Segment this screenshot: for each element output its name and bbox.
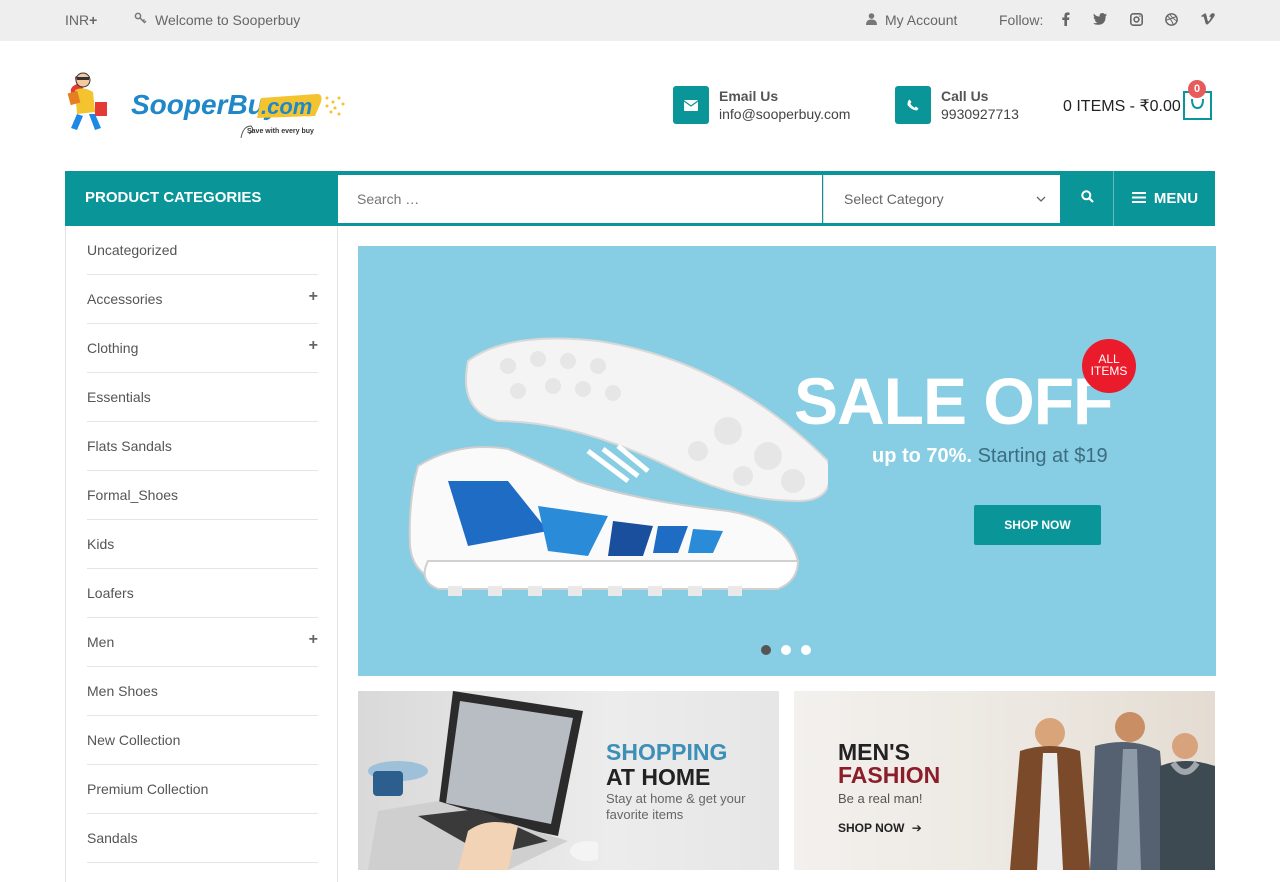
banner-shop-now-link[interactable]: SHOP NOW ➔ bbox=[838, 821, 922, 835]
shopping-at-home-banner[interactable]: SHOPPING AT HOME Stay at home & get your… bbox=[358, 691, 779, 870]
sidebar-category-item[interactable]: Uncategorized bbox=[87, 226, 318, 275]
sidebar-category-label: Uncategorized bbox=[87, 242, 178, 258]
sidebar-category-item[interactable]: Kids bbox=[87, 520, 318, 569]
menu-button[interactable]: MENU bbox=[1115, 171, 1215, 226]
svg-text:Save with every buy: Save with every buy bbox=[247, 128, 314, 135]
phone-contact: Call Us 9930927713 bbox=[895, 86, 1019, 124]
menu-label: MENU bbox=[1153, 190, 1199, 207]
arrow-right-icon: ➔ bbox=[911, 821, 922, 835]
banner-left-title-2: AT HOME bbox=[606, 764, 711, 790]
email-value[interactable]: info@sooperbuy.com bbox=[719, 106, 850, 122]
site-logo[interactable]: SooperBuy .com Save with every buy bbox=[65, 68, 350, 140]
sidebar-category-label: Men bbox=[87, 634, 115, 650]
twitter-icon[interactable] bbox=[1093, 11, 1107, 27]
sidebar-category-item[interactable]: Formal_Shoes bbox=[87, 471, 318, 520]
sidebar-category-label: Men Shoes bbox=[87, 683, 158, 699]
slider-dot-2[interactable] bbox=[781, 645, 791, 655]
sidebar-category-label: Formal_Shoes bbox=[87, 487, 179, 503]
expand-plus-icon[interactable]: + bbox=[309, 288, 318, 306]
category-sidebar: Uncategorized Accessories + Clothing + Essent… bbox=[65, 226, 338, 882]
plus-icon: + bbox=[89, 12, 98, 28]
banner-right-title-2: FASHION bbox=[838, 762, 941, 788]
phone-icon bbox=[895, 86, 931, 124]
hamburger-icon bbox=[1131, 190, 1146, 207]
sidebar-category-item[interactable]: Sandals bbox=[87, 814, 318, 863]
sidebar-category-label: Accessories bbox=[87, 291, 163, 307]
hero-slider: SALE OFF ALL ITEMS up to 70%. Starting a… bbox=[358, 246, 1216, 676]
svg-text:.com: .com bbox=[261, 94, 312, 119]
sidebar-category-label: Essentials bbox=[87, 389, 151, 405]
currency-switcher[interactable]: INR+ bbox=[65, 12, 97, 28]
shop-now-button[interactable]: SHOP NOW bbox=[974, 505, 1101, 545]
banner-right-description: Be a real man! bbox=[838, 791, 923, 806]
mens-fashion-banner[interactable]: MEN'S FASHION Be a real man! SHOP NOW ➔ bbox=[794, 691, 1215, 870]
banner-left-description: Stay at home & get your favorite items bbox=[606, 791, 746, 822]
models-image bbox=[1010, 712, 1215, 870]
slider-dot-1[interactable] bbox=[761, 645, 771, 655]
call-title: Call Us bbox=[941, 88, 989, 104]
sidebar-category-item[interactable]: Men Shoes bbox=[87, 667, 318, 716]
facebook-icon[interactable] bbox=[1059, 11, 1073, 27]
currency-label: INR bbox=[65, 12, 90, 28]
my-account-label: My Account bbox=[885, 12, 958, 28]
expand-plus-icon[interactable]: + bbox=[309, 631, 318, 649]
hero-title: SALE OFF bbox=[794, 364, 1113, 438]
banner-shop-now-label: SHOP NOW bbox=[838, 821, 905, 835]
category-select-value: Select Category bbox=[844, 191, 944, 207]
sidebar-category-label: Flats Sandals bbox=[87, 438, 172, 454]
banner-left-title-1: SHOPPING bbox=[606, 739, 728, 765]
follow-label: Follow: bbox=[999, 12, 1044, 28]
user-icon bbox=[866, 12, 877, 28]
key-icon bbox=[134, 12, 147, 28]
dribbble-icon[interactable] bbox=[1164, 11, 1178, 27]
hero-subtitle: up to 70%. Starting at $19 bbox=[872, 445, 1108, 468]
expand-plus-icon[interactable]: + bbox=[309, 337, 318, 355]
vimeo-icon[interactable] bbox=[1201, 11, 1215, 27]
sidebar-category-item[interactable]: Men + bbox=[87, 618, 318, 667]
welcome-message: Welcome to Sooperbuy bbox=[134, 12, 300, 28]
sidebar-category-label: Premium Collection bbox=[87, 781, 209, 797]
slider-dot-3[interactable] bbox=[801, 645, 811, 655]
shoe-image bbox=[398, 331, 831, 601]
search-button[interactable] bbox=[1062, 171, 1114, 226]
laptop-image bbox=[368, 691, 598, 870]
product-categories-toggle[interactable]: PRODUCT CATEGORIES bbox=[85, 189, 261, 206]
sidebar-category-item[interactable]: Essentials bbox=[87, 373, 318, 422]
search-icon bbox=[1081, 189, 1094, 208]
sidebar-category-item[interactable]: Accessories + bbox=[87, 275, 318, 324]
search-input[interactable] bbox=[338, 175, 822, 223]
cart-summary[interactable]: 0 ITEMS - ₹0.00 bbox=[1063, 96, 1181, 116]
phone-value[interactable]: 9930927713 bbox=[941, 106, 1019, 122]
sidebar-category-label: Loafers bbox=[87, 585, 134, 601]
envelope-icon bbox=[673, 86, 709, 124]
chevron-down-icon bbox=[1036, 175, 1046, 223]
sidebar-category-item[interactable]: New Collection bbox=[87, 716, 318, 765]
hero-subtitle-discount: up to 70%. bbox=[872, 445, 973, 467]
main-navbar: PRODUCT CATEGORIES Select Category MENU bbox=[65, 171, 1215, 226]
badge-line-2: ITEMS bbox=[1090, 364, 1128, 378]
sidebar-category-label: Kids bbox=[87, 536, 115, 552]
my-account-link[interactable]: My Account bbox=[866, 12, 957, 28]
welcome-text: Welcome to Sooperbuy bbox=[155, 12, 301, 28]
cart-count-badge: 0 bbox=[1188, 80, 1206, 98]
top-bar: INR+ Welcome to Sooperbuy My Account Fol… bbox=[0, 0, 1280, 41]
sidebar-category-item[interactable]: Flats Sandals bbox=[87, 422, 318, 471]
sidebar-category-label: Sandals bbox=[87, 830, 138, 846]
email-contact: Email Us info@sooperbuy.com bbox=[673, 86, 850, 124]
instagram-icon[interactable] bbox=[1129, 11, 1143, 27]
category-select[interactable]: Select Category bbox=[823, 175, 1060, 223]
email-title: Email Us bbox=[719, 88, 779, 104]
sidebar-category-item[interactable]: Premium Collection bbox=[87, 765, 318, 814]
sidebar-category-label: Clothing bbox=[87, 340, 139, 356]
all-items-badge: ALL ITEMS bbox=[1082, 339, 1136, 393]
hero-subtitle-price: Starting at $19 bbox=[977, 445, 1108, 467]
sidebar-category-item[interactable]: Loafers bbox=[87, 569, 318, 618]
sidebar-category-label: New Collection bbox=[87, 732, 181, 748]
sidebar-category-item[interactable]: Clothing + bbox=[87, 324, 318, 373]
